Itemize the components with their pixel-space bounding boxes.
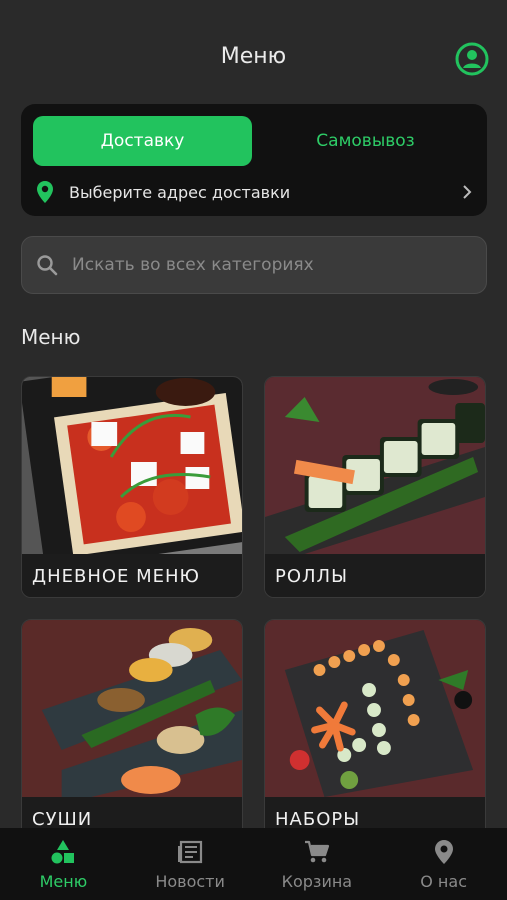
cart-icon [303, 838, 331, 866]
nav-item-news[interactable]: Новости [127, 828, 254, 900]
location-pin-icon [35, 179, 55, 205]
nav-item-about[interactable]: О нас [380, 828, 507, 900]
category-card-rolls[interactable]: РОЛЛЫ [264, 376, 486, 598]
category-label: РОЛЛЫ [265, 554, 485, 597]
nav-label: О нас [420, 872, 467, 891]
nav-label: Меню [39, 872, 88, 891]
header: Меню [0, 0, 507, 100]
location-icon [430, 838, 458, 866]
section-title: Меню [21, 325, 81, 349]
nav-item-cart[interactable]: Корзина [254, 828, 381, 900]
category-label: ДНЕВНОЕ МЕНЮ [22, 554, 242, 597]
tab-pickup[interactable]: Самовывоз [256, 116, 475, 166]
tab-delivery[interactable]: Доставку [33, 116, 252, 166]
search-icon [36, 254, 58, 276]
nav-label: Корзина [281, 872, 353, 891]
user-icon [455, 42, 489, 76]
profile-button[interactable] [455, 42, 489, 76]
page-title: Меню [220, 44, 287, 69]
category-card-daily-menu[interactable]: ДНЕВНОЕ МЕНЮ [21, 376, 243, 598]
category-card-sushi[interactable]: СУШИ [21, 619, 243, 841]
chevron-right-icon [459, 182, 475, 202]
nav-label: Новости [155, 872, 225, 891]
search-input[interactable] [70, 254, 486, 276]
rolls-image [265, 377, 485, 554]
daily-menu-image [22, 377, 242, 554]
bottom-navigation: Меню Новости Корзина О нас [0, 828, 507, 900]
sets-image [265, 620, 485, 797]
address-selector[interactable]: Выберите адрес доставки [35, 177, 475, 207]
delivery-selector: Доставку Самовывоз Выберите адрес достав… [21, 104, 487, 216]
news-icon [176, 838, 204, 866]
search-bar[interactable] [21, 236, 487, 294]
address-label: Выберите адрес доставки [69, 182, 291, 202]
sushi-image [22, 620, 242, 797]
category-card-sets[interactable]: НАБОРЫ [264, 619, 486, 841]
nav-item-menu[interactable]: Меню [0, 828, 127, 900]
shapes-icon [49, 838, 77, 866]
